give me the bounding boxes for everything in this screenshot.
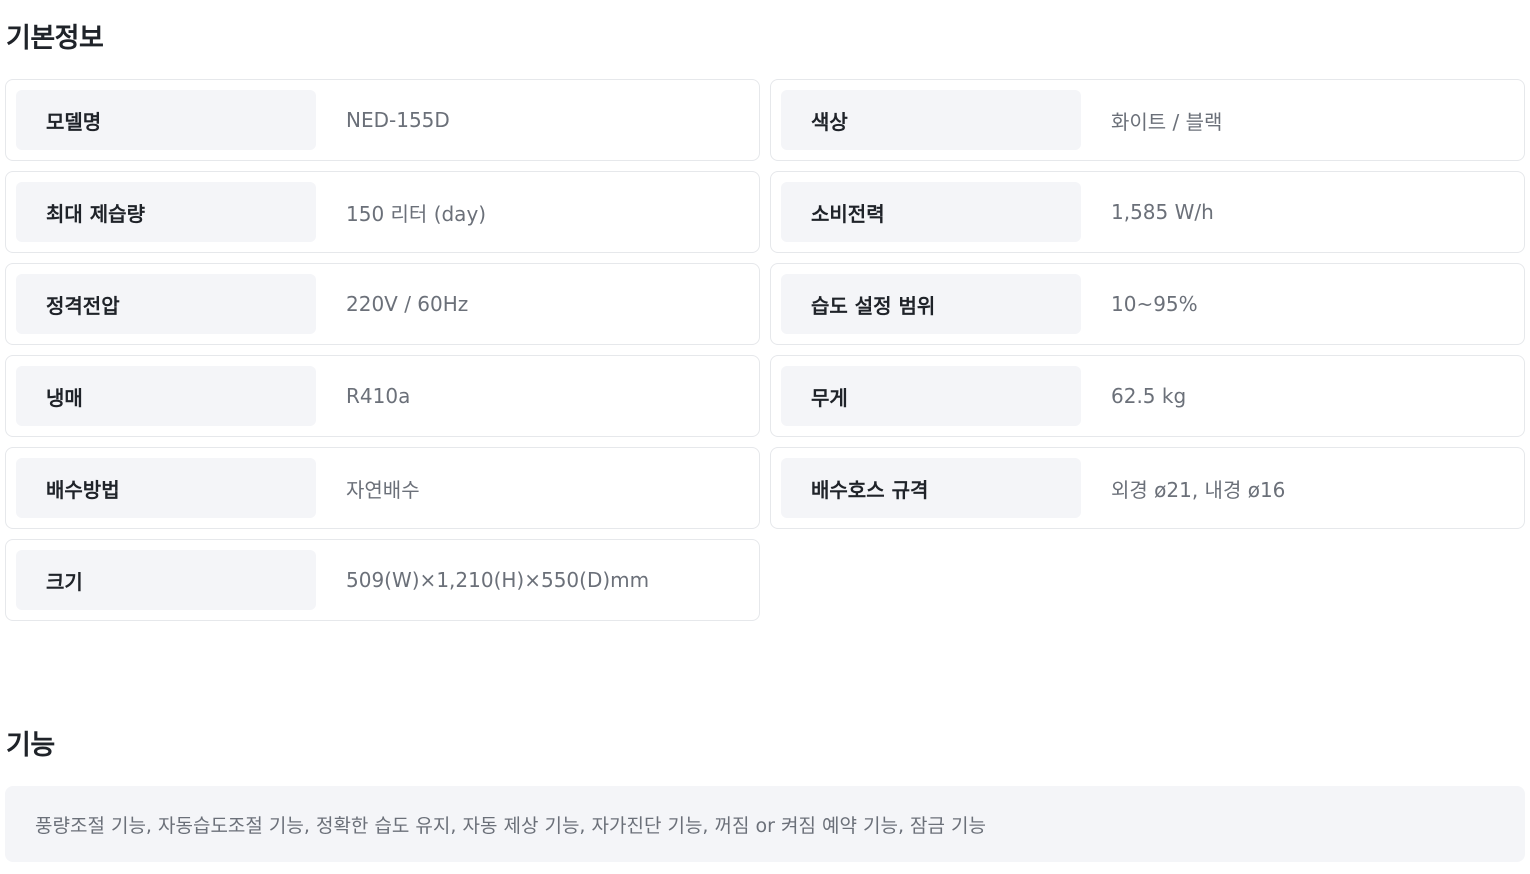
- spec-value: R410a: [346, 384, 411, 408]
- spec-row-size: 크기 509(W)×1,210(H)×550(D)mm: [5, 539, 760, 621]
- spec-label: 정격전압: [16, 274, 316, 334]
- spec-label: 모델명: [16, 90, 316, 150]
- spec-label: 냉매: [16, 366, 316, 426]
- spec-label: 배수호스 규격: [781, 458, 1081, 518]
- spec-label: 습도 설정 범위: [781, 274, 1081, 334]
- spec-label: 크기: [16, 550, 316, 610]
- spec-row-weight: 무게 62.5 kg: [770, 355, 1525, 437]
- spec-row-power-consumption: 소비전력 1,585 W/h: [770, 171, 1525, 253]
- features-title: 기능: [6, 730, 55, 761]
- spec-label: 무게: [781, 366, 1081, 426]
- spec-label: 색상: [781, 90, 1081, 150]
- spec-row-rated-voltage: 정격전압 220V / 60Hz: [5, 263, 760, 345]
- spec-value: 외경 ø21, 내경 ø16: [1111, 477, 1286, 502]
- spec-row-refrigerant: 냉매 R410a: [5, 355, 760, 437]
- spec-label: 최대 제습량: [16, 182, 316, 242]
- spec-row-model: 모델명 NED-155D: [5, 79, 760, 161]
- spec-value: 150 리터 (day): [346, 201, 487, 226]
- spec-label: 소비전력: [781, 182, 1081, 242]
- spec-row-max-dehumidification: 최대 제습량 150 리터 (day): [5, 171, 760, 253]
- spec-value: NED-155D: [346, 108, 450, 132]
- spec-value: 220V / 60Hz: [346, 292, 469, 316]
- spec-row-drain-hose: 배수호스 규격 외경 ø21, 내경 ø16: [770, 447, 1525, 529]
- spec-label: 배수방법: [16, 458, 316, 518]
- spec-row-color: 색상 화이트 / 블랙: [770, 79, 1525, 161]
- basic-info-title: 기본정보: [6, 23, 104, 54]
- spec-row-humidity-range: 습도 설정 범위 10~95%: [770, 263, 1525, 345]
- spec-value: 509(W)×1,210(H)×550(D)mm: [346, 568, 650, 592]
- spec-value: 자연배수: [346, 477, 420, 502]
- spec-value: 62.5 kg: [1111, 384, 1187, 408]
- spec-row-drain-method: 배수방법 자연배수: [5, 447, 760, 529]
- spec-value: 10~95%: [1111, 292, 1198, 316]
- spec-value: 1,585 W/h: [1111, 200, 1214, 224]
- spec-value: 화이트 / 블랙: [1111, 109, 1223, 134]
- spec-table: 모델명 NED-155D 색상 화이트 / 블랙 최대 제습량 150 리터 (…: [5, 79, 1525, 621]
- features-description: 풍량조절 기능, 자동습도조절 기능, 정확한 습도 유지, 자동 제상 기능,…: [5, 786, 1525, 862]
